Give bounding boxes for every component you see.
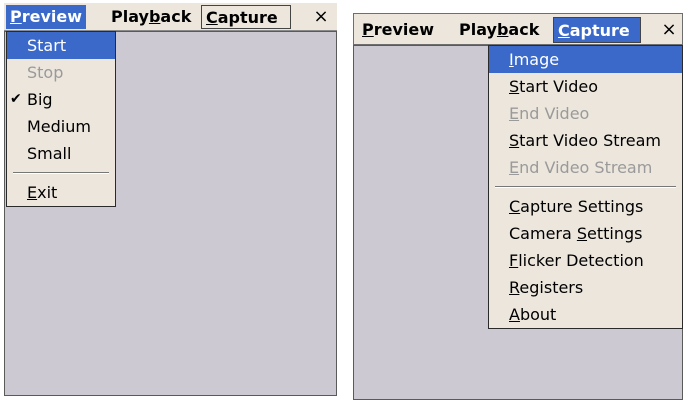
- menu-item-flicker-detection[interactable]: Flicker Detection: [489, 247, 682, 274]
- menu-item-start-video-stream[interactable]: Start Video Stream: [489, 127, 682, 154]
- left-window: Preview Playback Capture × Start Stop ✔ B…: [4, 3, 337, 396]
- menu-capture[interactable]: Capture: [553, 17, 641, 43]
- menu-item-exit[interactable]: Exit: [7, 179, 115, 206]
- menu-item-capture-settings[interactable]: Capture Settings: [489, 193, 682, 220]
- menu-item-start[interactable]: Start: [7, 32, 115, 59]
- menu-item-camera-settings[interactable]: Camera Settings: [489, 220, 682, 247]
- menu-bar: Preview Playback Capture ×: [4, 3, 337, 31]
- menu-item-end-video: End Video: [509, 104, 590, 123]
- menu-capture[interactable]: Capture: [201, 5, 291, 29]
- menu-bar: Preview Playback Capture ×: [353, 13, 683, 45]
- menu-item-big[interactable]: ✔ Big: [7, 86, 115, 113]
- menu-item-small[interactable]: Small: [7, 140, 115, 167]
- menu-item-end-video-stream: End Video Stream: [509, 158, 653, 177]
- menu-item-registers[interactable]: Registers: [489, 274, 682, 301]
- menu-preview[interactable]: Preview: [6, 5, 87, 29]
- preview-dropdown-menu: Start Stop ✔ Big Medium Small Exit: [6, 31, 116, 207]
- menu-playback[interactable]: Playback: [455, 17, 543, 43]
- right-window: Preview Playback Capture × Image Start V…: [353, 13, 683, 400]
- menu-separator: [7, 167, 115, 179]
- menu-playback[interactable]: Playback: [107, 5, 195, 29]
- capture-dropdown-menu: Image Start Video End Video Start Video …: [488, 45, 683, 329]
- menu-item-medium[interactable]: Medium: [7, 113, 115, 140]
- menu-item-image[interactable]: Image: [489, 46, 682, 73]
- menu-item-about[interactable]: About: [489, 301, 682, 328]
- menu-preview[interactable]: Preview: [358, 17, 438, 43]
- close-icon[interactable]: ×: [309, 5, 333, 29]
- close-icon[interactable]: ×: [657, 18, 681, 42]
- menu-item-stop: Stop: [27, 63, 64, 82]
- menu-separator: [489, 181, 682, 193]
- checkmark-icon: ✔: [10, 91, 22, 107]
- menu-item-start-video[interactable]: Start Video: [489, 73, 682, 100]
